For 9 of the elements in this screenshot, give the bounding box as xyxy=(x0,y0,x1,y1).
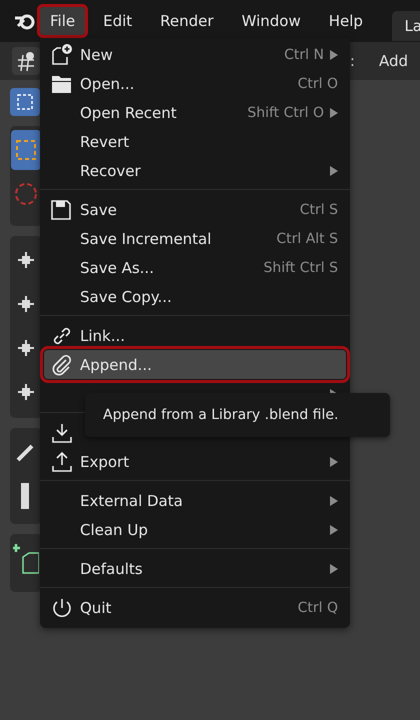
tooltip: Append from a Library .blend file. xyxy=(85,393,390,437)
shortcut: Ctrl N xyxy=(284,46,324,62)
shortcut: Ctrl S xyxy=(300,202,338,218)
shortcut: Shift Ctrl O xyxy=(247,104,324,120)
shortcut: Ctrl Q xyxy=(298,600,338,616)
shortcut: Ctrl O xyxy=(298,76,338,92)
shortcut: Shift Ctrl S xyxy=(263,260,338,276)
shortcut: Ctrl Alt S xyxy=(276,230,338,246)
header-separator: : xyxy=(350,52,355,70)
